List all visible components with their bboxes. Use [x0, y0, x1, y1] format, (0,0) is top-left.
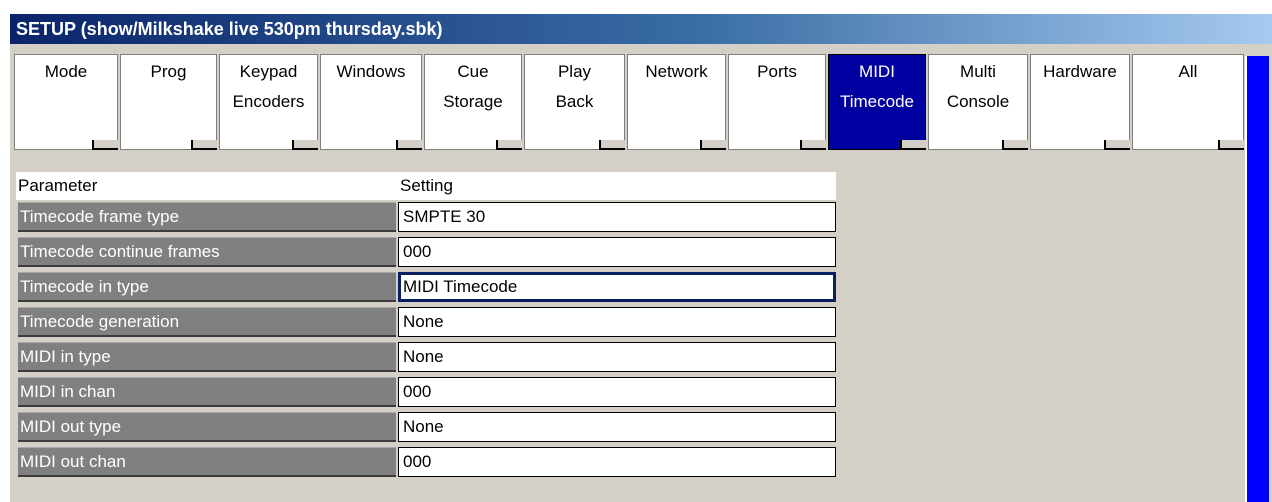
tab-corner-notch	[1104, 140, 1130, 150]
tab-all[interactable]: All	[1132, 54, 1244, 150]
tab-hardware[interactable]: Hardware	[1030, 54, 1130, 150]
parameter-label: Timecode continue frames	[18, 237, 396, 267]
tab-corner-notch	[599, 140, 625, 150]
tab-label-line1: Network	[645, 62, 708, 81]
tab-network[interactable]: Network	[627, 54, 726, 150]
table-row: MIDI in type None	[16, 340, 838, 374]
parameter-label: Timecode in type	[18, 272, 396, 302]
tab-windows[interactable]: Windows	[320, 54, 422, 150]
tab-label-line1: Cue	[457, 62, 489, 81]
tab-midi-timecode[interactable]: MIDI Timecode	[828, 54, 926, 150]
tab-multi-console[interactable]: Multi Console	[928, 54, 1028, 150]
table-row: Timecode in type MIDI Timecode	[16, 270, 838, 304]
tab-corner-notch	[396, 140, 422, 150]
table-row: Timecode frame type SMPTE 30	[16, 200, 838, 234]
column-header-setting: Setting	[398, 172, 836, 200]
tab-label-line1: Play	[557, 62, 592, 81]
tab-label-line2: Console	[946, 92, 1010, 111]
tab-cue-storage[interactable]: Cue Storage	[424, 54, 522, 150]
parameter-label: MIDI out type	[18, 412, 396, 442]
table-row: MIDI in chan 000	[16, 375, 838, 409]
tab-corner-notch	[1218, 140, 1244, 150]
parameter-label: MIDI in chan	[18, 377, 396, 407]
tab-label-line1: Prog	[150, 62, 187, 81]
tab-label-line2: Timecode	[839, 92, 914, 111]
setting-value[interactable]: None	[398, 307, 836, 337]
table-row: Timecode generation None	[16, 305, 838, 339]
table-row: MIDI out chan 000	[16, 445, 838, 479]
table-row: MIDI out type None	[16, 410, 838, 444]
tab-label-line1: Multi	[960, 62, 996, 81]
setting-value[interactable]: 000	[398, 237, 836, 267]
tab-label-line2: Back	[555, 92, 594, 111]
tab-corner-notch	[191, 140, 217, 150]
tab-corner-notch	[292, 140, 318, 150]
tab-label-line2: Storage	[443, 92, 503, 111]
table-row: Timecode continue frames 000	[16, 235, 838, 269]
setting-value[interactable]: 000	[398, 377, 836, 407]
setting-value[interactable]: SMPTE 30	[398, 202, 836, 232]
parameter-label: MIDI in type	[18, 342, 396, 372]
tab-corner-notch	[900, 140, 926, 150]
tab-corner-notch	[700, 140, 726, 150]
tab-label-line1: Ports	[757, 62, 797, 81]
setting-value[interactable]: MIDI Timecode	[398, 272, 836, 302]
tab-ports[interactable]: Ports	[728, 54, 826, 150]
parameter-label: Timecode frame type	[18, 202, 396, 232]
parameter-label: MIDI out chan	[18, 447, 396, 477]
column-header-parameter: Parameter	[16, 172, 398, 200]
setting-value[interactable]: 000	[398, 447, 836, 477]
tab-label-line1: Keypad	[239, 62, 298, 81]
tab-label-line1: Hardware	[1043, 62, 1117, 81]
tab-mode[interactable]: Mode	[14, 54, 118, 150]
tab-keypad-encoders[interactable]: Keypad Encoders	[219, 54, 318, 150]
tab-play-back[interactable]: Play Back	[524, 54, 625, 150]
tab-corner-notch	[800, 140, 826, 150]
parameter-label: Timecode generation	[18, 307, 396, 337]
tab-prog[interactable]: Prog	[120, 54, 217, 150]
window-title: SETUP (show/Milkshake live 530pm thursda…	[10, 14, 1272, 44]
tab-corner-notch	[92, 140, 118, 150]
tab-label-line1: Windows	[336, 62, 406, 81]
setup-window: SETUP (show/Milkshake live 530pm thursda…	[10, 14, 1272, 502]
vertical-scrollbar[interactable]	[1245, 56, 1269, 502]
tab-label-line2: Encoders	[232, 92, 305, 111]
setting-value[interactable]: None	[398, 342, 836, 372]
tab-label-line1: MIDI	[859, 62, 895, 81]
tab-label-line1: Mode	[44, 62, 88, 81]
tab-corner-notch	[1002, 140, 1028, 150]
tab-corner-notch	[496, 140, 522, 150]
setting-value[interactable]: None	[398, 412, 836, 442]
tab-strip: Mode Prog Keypad Encoders Windows Cue Storage P…	[14, 46, 1244, 160]
tab-label-line1: All	[1178, 62, 1198, 81]
